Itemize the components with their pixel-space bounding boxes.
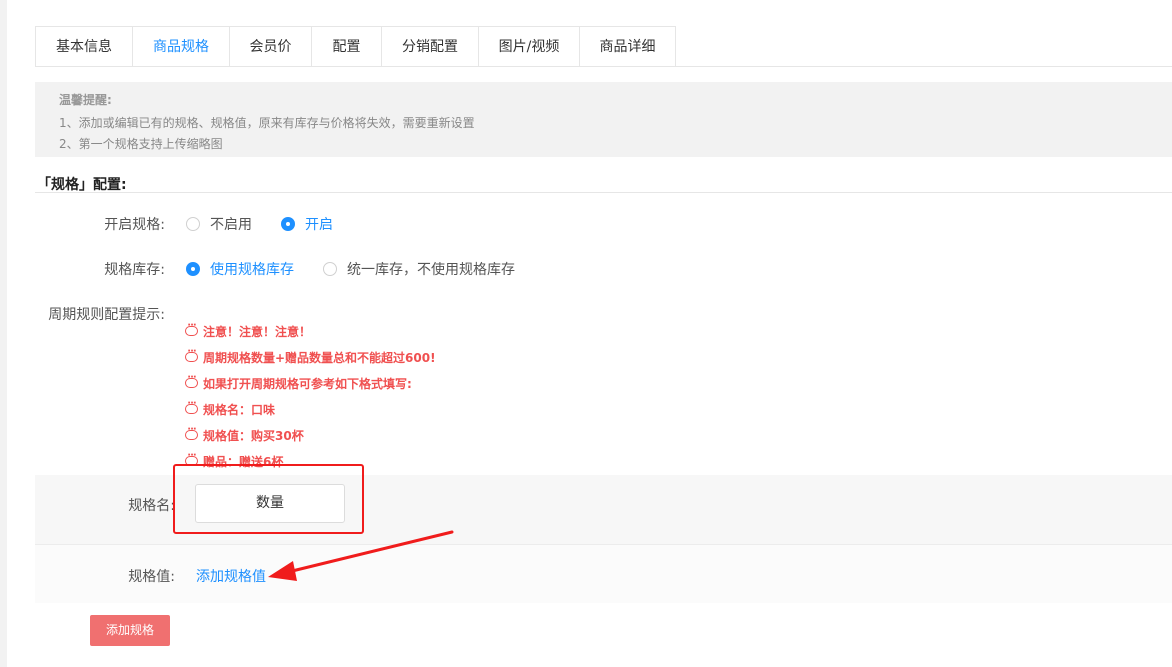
tab-basic-info[interactable]: 基本信息: [35, 26, 132, 66]
radio-unified-stock[interactable]: 统一库存，不使用规格库存: [323, 259, 515, 279]
add-spec-value-link[interactable]: 添加规格值: [196, 566, 266, 586]
tab-config[interactable]: 配置: [311, 26, 381, 66]
radio-use-spec-stock-label: 使用规格库存: [210, 262, 294, 278]
tip-item: 规格值：购买30杯: [185, 422, 436, 448]
tab-member-price[interactable]: 会员价: [229, 26, 311, 66]
message-icon: [185, 346, 198, 362]
radio-spec-off-label: 不启用: [210, 217, 252, 233]
tab-divider: [35, 66, 1172, 67]
add-spec-button[interactable]: 添加规格: [90, 615, 170, 646]
cycle-hint-label: 周期规则配置提示:: [48, 307, 165, 323]
message-icon: [185, 398, 198, 414]
notice-box: 温馨提醒: 1、添加或编辑已有的规格、规格值，原来有库存与价格将失效，需要重新设…: [35, 82, 1172, 157]
radio-circle: [323, 262, 337, 276]
section-title: 「规格」配置:: [37, 177, 127, 193]
radio-spec-off[interactable]: 不启用: [186, 214, 252, 234]
tab-images-video[interactable]: 图片/视频: [478, 26, 579, 66]
cycle-hint-tips: 注意！注意！注意！ 周期规格数量+赠品数量总和不能超过600! 如果打开周期规格…: [185, 318, 436, 474]
radio-circle: [186, 217, 200, 231]
notice-line-2: 2、第一个规格支持上传缩略图: [59, 137, 223, 151]
radio-spec-on[interactable]: 开启: [281, 214, 333, 234]
radio-unified-stock-label: 统一库存，不使用规格库存: [347, 262, 515, 278]
radio-spec-on-label: 开启: [305, 217, 333, 233]
tip-item: 如果打开周期规格可参考如下格式填写:: [185, 370, 436, 396]
message-icon: [185, 320, 198, 336]
radio-circle-checked: [186, 262, 200, 276]
tab-bar: 基本信息 商品规格 会员价 配置 分销配置 图片/视频 商品详细: [35, 26, 676, 66]
tip-item: 规格名：口味: [185, 396, 436, 422]
tab-product-detail[interactable]: 商品详细: [579, 26, 676, 66]
section-divider: [35, 192, 1172, 193]
radio-use-spec-stock[interactable]: 使用规格库存: [186, 259, 294, 279]
spec-stock-label: 规格库存:: [104, 262, 165, 278]
notice-line-1: 1、添加或编辑已有的规格、规格值，原来有库存与价格将失效，需要重新设置: [59, 116, 475, 130]
spec-name-label: 规格名:: [128, 498, 175, 514]
tab-product-spec[interactable]: 商品规格: [132, 26, 229, 66]
spec-value-label: 规格值:: [128, 569, 175, 585]
tip-item: 注意！注意！注意！: [185, 318, 436, 344]
radio-circle-checked: [281, 217, 295, 231]
tab-distribution-config[interactable]: 分销配置: [381, 26, 478, 66]
message-icon: [185, 424, 198, 440]
notice-title: 温馨提醒:: [59, 93, 112, 107]
left-gutter: [0, 0, 7, 667]
tip-item: 周期规格数量+赠品数量总和不能超过600!: [185, 344, 436, 370]
enable-spec-label: 开启规格:: [104, 217, 165, 233]
message-icon: [185, 372, 198, 388]
highlight-box: [173, 464, 364, 534]
